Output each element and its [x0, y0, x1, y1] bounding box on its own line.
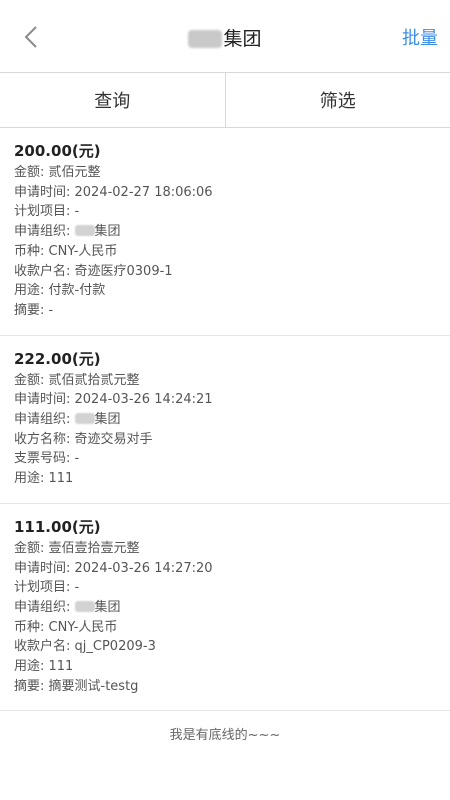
record-field: 申请时间: 2024-02-27 18:06:06: [14, 184, 213, 200]
record-field: 币种: CNY-人民币: [14, 243, 118, 259]
record-amount: 222.00(元): [14, 349, 101, 368]
org-label: 申请组织:: [14, 224, 75, 240]
record-field: 收款户名: 奇迹医疗0309-1: [14, 263, 173, 279]
record-field: 币种: CNY-人民币: [14, 619, 118, 635]
redacted-mask: [74, 225, 95, 237]
record-field: 用途: 付款-付款: [14, 283, 106, 299]
record-field: 计划项目: -: [14, 204, 80, 220]
org-label: 申请组织:: [14, 599, 75, 615]
page-title: 集团: [100, 24, 350, 54]
redacted-mask: [188, 30, 223, 48]
org-value: 集团: [94, 599, 121, 615]
record-field-org: 申请组织: 集团: [14, 598, 436, 618]
batch-button[interactable]: 批量: [402, 24, 438, 54]
record-field: 收方名称: 奇迹交易对手: [14, 431, 153, 447]
navigation-bar: 集团 批量: [0, 0, 450, 72]
redacted-mask: [74, 600, 95, 612]
record-field: 申请时间: 2024-03-26 14:24:21: [14, 392, 213, 408]
record-field: 金额: 贰佰元整: [14, 165, 101, 180]
record-field: 金额: 壹佰壹拾壹元整: [14, 540, 140, 556]
record-item[interactable]: 111.00(元) 金额: 壹佰壹拾壹元整 申请时间: 2024-03-26 1…: [0, 504, 450, 712]
record-list: 200.00(元) 金额: 贰佰元整 申请时间: 2024-02-27 18:0…: [0, 128, 450, 712]
toolbar: 查询 筛选: [0, 72, 450, 128]
record-field: 申请时间: 2024-03-26 14:27:20: [14, 560, 213, 576]
record-field-org: 申请组织: 集团: [14, 410, 436, 430]
filter-button[interactable]: 筛选: [224, 73, 450, 127]
org-value: 集团: [94, 224, 121, 240]
record-field: 计划项目: -: [14, 580, 80, 596]
record-item[interactable]: 200.00(元) 金额: 贰佰元整 申请时间: 2024-02-27 18:0…: [0, 128, 450, 336]
record-field: 摘要: -: [14, 302, 54, 318]
list-end-text: 我是有底线的~~~: [169, 728, 281, 743]
record-amount: 200.00(元): [14, 142, 101, 160]
redacted-mask: [74, 413, 95, 425]
record-field: 用途: 111: [14, 659, 74, 675]
record-field: 金额: 贰佰贰拾贰元整: [14, 372, 140, 388]
query-button[interactable]: 查询: [0, 73, 225, 127]
org-value: 集团: [94, 412, 121, 428]
record-field: 收款户名: qj_CP0209-3: [14, 639, 156, 655]
page-title-text: 集团: [223, 28, 262, 50]
org-label: 申请组织:: [14, 412, 75, 428]
back-icon[interactable]: [16, 22, 46, 52]
record-field: 用途: 111: [14, 471, 74, 487]
record-field: 摘要: 摘要测试-testg: [14, 678, 139, 694]
record-amount: 111.00(元): [14, 517, 101, 536]
record-field-org: 申请组织: 集团: [14, 222, 436, 242]
record-field: 支票号码: -: [14, 451, 80, 467]
record-item[interactable]: 222.00(元) 金额: 贰佰贰拾贰元整 申请时间: 2024-03-26 1…: [0, 336, 450, 504]
